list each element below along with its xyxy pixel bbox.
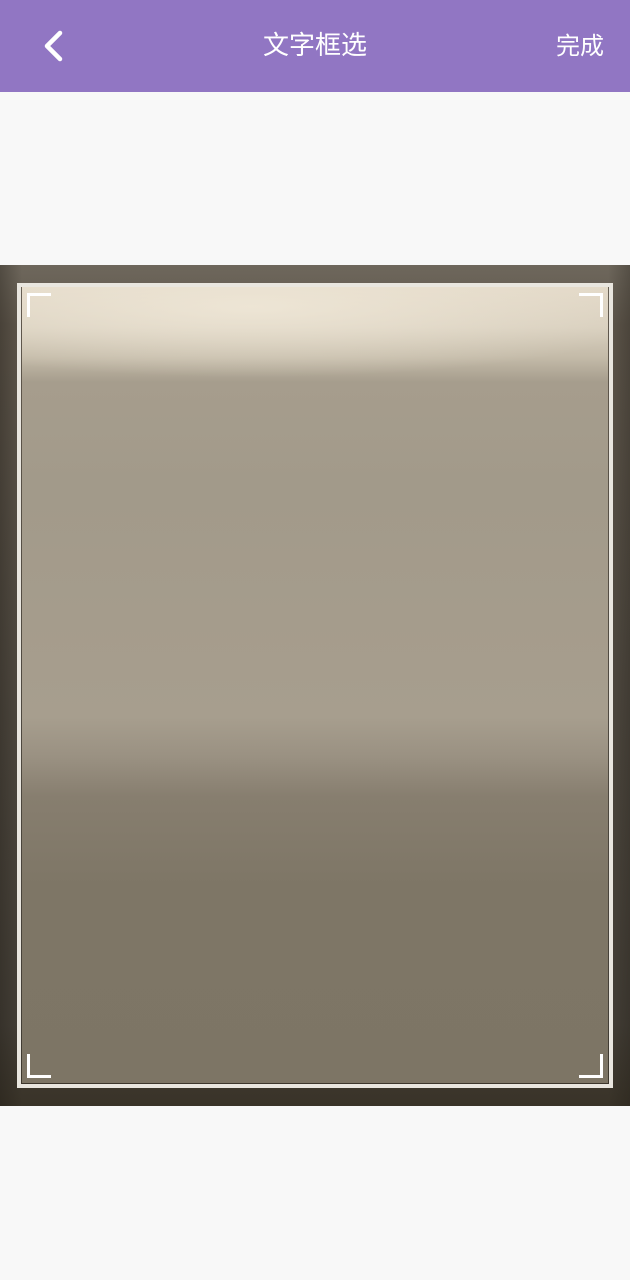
captured-image — [0, 265, 630, 1106]
corner-bottom-right-icon[interactable] — [579, 1054, 603, 1078]
corner-bottom-left-icon[interactable] — [27, 1054, 51, 1078]
done-button[interactable]: 完成 — [556, 29, 604, 63]
crop-frame[interactable] — [17, 283, 613, 1088]
page-title: 文字框选 — [262, 31, 367, 61]
corner-top-right-icon[interactable] — [579, 293, 603, 317]
top-bar: 文字框选 完成 — [0, 0, 630, 92]
corner-top-left-icon[interactable] — [27, 293, 51, 317]
